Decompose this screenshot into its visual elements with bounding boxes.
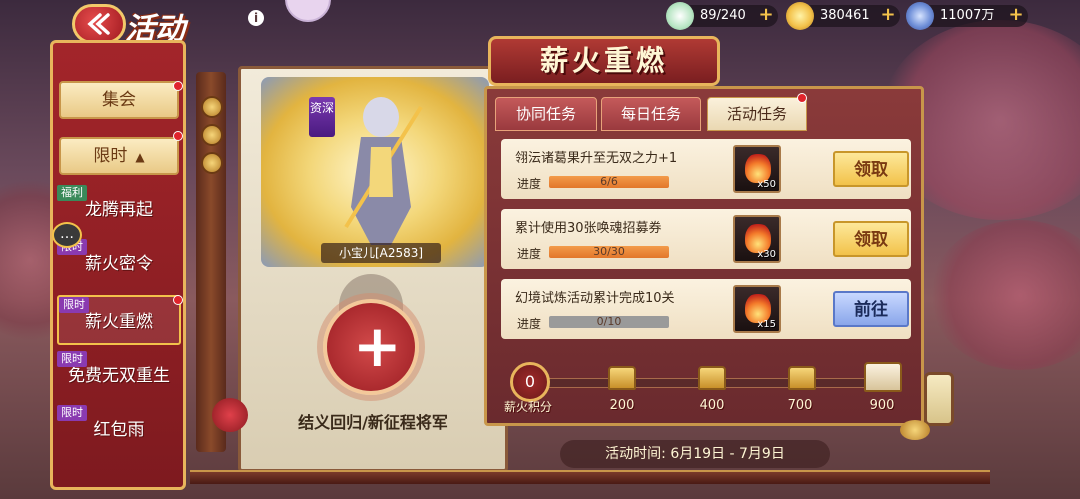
avatar[interactable] [285,0,331,22]
hero-panel: 资深 小宝儿[A2583] + 结义回归/新征程将军 [238,66,508,472]
chevron-up-icon: ▲ [135,150,145,164]
score-value: 0 [510,362,550,402]
milestone-value: 900 [869,398,895,413]
milestone-value: 200 [609,398,635,413]
sidebar-collect-label: 集会 [102,90,136,110]
coin-ornament-icon [201,124,223,146]
cherry-tree-decoration [930,220,1080,370]
add-stamina-button[interactable]: + [758,6,774,24]
hero-portrait [344,97,423,245]
sidebar-item-label: 龙腾再起 [85,200,153,220]
progress-text: 6/6 [600,176,618,188]
reward-count: x15 [757,319,776,330]
lucky-bag-icon [212,398,248,432]
add-hero-button[interactable]: + [323,299,419,395]
event-time: 活动时间: 6月19日 - 7月9日 [560,440,830,468]
task-title: 累计使用30张唤魂招募券 [515,221,662,236]
sidebar-item-xinhuo-chongran[interactable]: 限时 薪火重燃 [57,295,181,345]
top-bar: 活动 i 89/240 + 380461 + 11007万 + [0,0,1080,47]
reward-item[interactable]: x15 [733,285,781,333]
back-arrow-icon [87,13,110,35]
chest-icon[interactable] [608,366,636,390]
add-gold-button[interactable]: + [880,6,896,24]
task-title: 翎沄诸葛果升至无双之力+1 [515,151,678,166]
progress-text: 30/30 [593,246,625,258]
sidebar-item-red-packet[interactable]: 限时 红包雨 [57,405,181,447]
reward-count: x30 [757,249,776,260]
score-label: 薪火积分 [504,400,553,414]
resource-value: 380461 [820,8,870,23]
big-chest-icon[interactable] [864,362,902,392]
info-icon[interactable]: i [248,10,264,26]
task-row: 幻境试炼活动累计完成10关 进度 0/10 x15 前往 [501,279,911,339]
rank-badge: 资深 [309,97,335,137]
resource-value: 11007万 [940,8,995,23]
coin-ornament-icon [201,152,223,174]
notification-dot [173,295,183,305]
task-title: 幻境试炼活动累计完成10关 [515,291,675,306]
sidebar-item-label: 免费无双重生 [68,366,170,386]
limited-tag: 限时 [57,405,87,421]
claim-button[interactable]: 领取 [833,221,909,257]
side-pillar-decoration [924,372,954,426]
sidebar-collect-button[interactable]: 集会 [59,81,179,119]
back-button[interactable] [72,4,126,44]
add-coin-button[interactable]: + [1008,6,1024,24]
resource-stamina: 89/240 + [666,2,778,30]
progress-text: 0/10 [596,316,622,328]
limited-tag: 限时 [57,351,87,367]
sidebar-limited-toggle[interactable]: 限时 ▲ [59,137,179,175]
sidebar-limited-label: 限时 [93,146,128,166]
sidebar-item-free-rebirth[interactable]: 限时 免费无双重生 [57,351,181,401]
sidebar-item-label: 薪火密令 [85,254,153,274]
milestone-value: 400 [699,398,725,413]
chest-icon[interactable] [698,366,726,390]
coin-icon [906,2,934,30]
stamina-bun-icon [666,2,694,30]
sidebar-item-label: 红包雨 [93,420,145,440]
milestone-value: 700 [787,398,813,413]
go-button[interactable]: 前往 [833,291,909,327]
sidebar-item-xinhuo-miling[interactable]: 限时 薪火密令 [57,239,181,289]
notification-dot [173,131,183,141]
tab-cooperative[interactable]: 协同任务 [495,97,597,131]
tab-event[interactable]: 活动任务 [707,97,807,131]
welfare-tag: 福利 [57,185,87,201]
progress-bar: 0/10 [549,316,669,328]
progress-label: 进度 [517,317,542,331]
resource-coin: 11007万 + [906,2,1028,30]
chest-icon[interactable] [788,366,816,390]
activity-sidebar: 集会 限时 ▲ 福利 龙腾再起 限时 薪火密令 限时 薪火重燃 限时 免费无双重生… [50,40,186,490]
gold-ingot-icon [786,2,814,30]
coin-ornament-icon [201,96,223,118]
hero-name: 小宝儿[A2583] [321,243,441,263]
slot-caption: 结义回归/新征程将军 [298,413,448,432]
limited-tag: 限时 [59,297,89,313]
resource-gold: 380461 + [786,2,900,30]
progress-label: 进度 [517,247,542,261]
sidebar-item-label: 薪火重燃 [85,312,153,332]
notification-dot [173,81,183,91]
hero-card[interactable]: 资深 小宝儿[A2583] [261,77,489,267]
claim-button[interactable]: 领取 [833,151,909,187]
reward-item[interactable]: x30 [733,215,781,263]
tab-daily[interactable]: 每日任务 [601,97,701,131]
task-row: 翎沄诸葛果升至无双之力+1 进度 6/6 x50 领取 [501,139,911,199]
reward-item[interactable]: x50 [733,145,781,193]
resource-value: 89/240 [700,8,746,23]
plus-icon: + [353,312,402,380]
event-title: 薪火重燃 [488,36,720,86]
progress-bar: 30/30 [549,246,669,258]
chat-icon[interactable]: … [52,222,82,248]
notification-dot [797,93,807,103]
reward-count: x50 [757,179,776,190]
gold-coins-icon [900,420,930,440]
stage-floor [190,470,990,484]
progress-label: 进度 [517,177,542,191]
task-row: 累计使用30张唤魂招募券 进度 30/30 x30 领取 [501,209,911,269]
progress-bar: 6/6 [549,176,669,188]
